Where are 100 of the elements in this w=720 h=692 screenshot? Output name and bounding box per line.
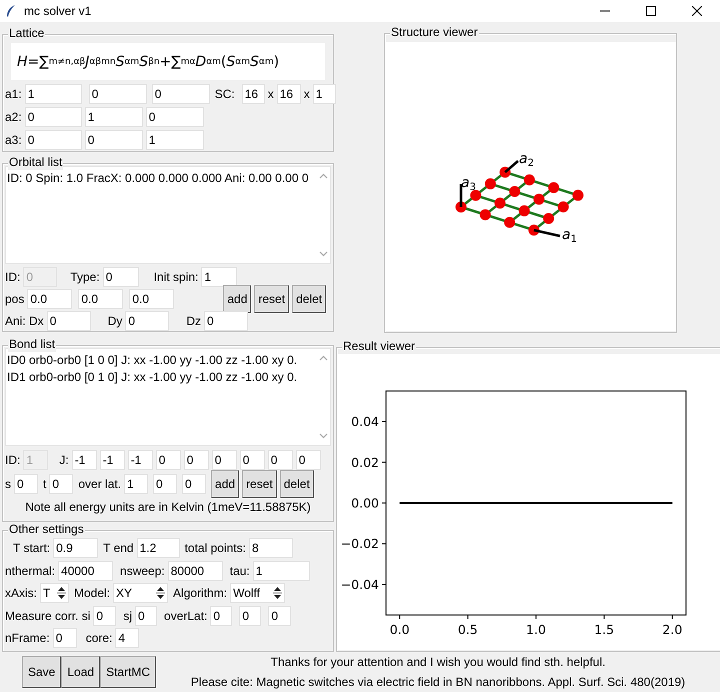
field-label: a3:	[5, 132, 22, 146]
input-field[interactable]: 1	[24, 84, 82, 104]
input-field[interactable]: 0	[296, 450, 321, 470]
input-field[interactable]: 1	[312, 84, 336, 104]
bond-listbox[interactable]: ID0 orb0-orb0 [1 0 0] J: xx -1.00 yy -1.00 zz -1.00 xy 0. ID1 orb0-orb0 [0 1 0] J: xx -1.00 yy -1.00 zz -1.00 xy 0.	[5, 348, 331, 446]
input-field[interactable]: 0	[24, 130, 82, 150]
field-label: core:	[86, 631, 112, 646]
list-item[interactable]: ID0 orb0-orb0 [1 0 0] J: xx -1.00 yy -1.00 zz -1.00 xy 0.	[6, 352, 316, 369]
input-field[interactable]: 0	[184, 450, 209, 470]
action-button[interactable]: reset	[254, 285, 290, 313]
tick-label: 2.0	[662, 622, 682, 637]
input-field[interactable]: 0.9	[53, 538, 98, 558]
input-field[interactable]: 0	[24, 106, 82, 126]
input-field[interactable]: 0.0	[27, 289, 72, 309]
input-field[interactable]: 4	[115, 628, 140, 648]
field-label: x	[304, 86, 310, 100]
action-button[interactable]: Save	[22, 656, 62, 688]
input-field[interactable]: -1	[72, 450, 97, 470]
input-field[interactable]: 16	[276, 84, 301, 104]
input-field[interactable]: -1	[100, 450, 125, 470]
spinbox[interactable]: Wolff	[230, 583, 286, 604]
field-label: Type:	[70, 270, 100, 284]
input-field[interactable]: 0	[204, 311, 248, 331]
orbital-listbox[interactable]: ID: 0 Spin: 1.0 FracX: 0.000 0.000 0.000 Ani: 0.00 0.00 0	[5, 166, 331, 264]
field-label: a2:	[5, 110, 22, 124]
list-item[interactable]: ID1 orb0-orb0 [0 1 0] J: xx -1.00 yy -1.00 zz -1.00 xy 0.	[6, 369, 316, 386]
action-button[interactable]: add	[223, 285, 252, 313]
citation-text: Please cite: Magnetic switches via electric field in BN nanoribbons. Appl. Surf. Sci. 480(2019)	[190, 675, 686, 689]
group-title: Bond list	[8, 337, 56, 352]
field-label: SC:	[214, 86, 235, 100]
action-button[interactable]: add	[211, 470, 240, 498]
field-label: Dz	[186, 314, 202, 328]
axis-label: a$_{1}$	[562, 227, 577, 245]
input-field[interactable]: 0	[268, 606, 292, 626]
spin-arrows-icon	[57, 586, 66, 600]
input-field[interactable]: 1	[124, 474, 148, 494]
tick-label: 0.04	[351, 414, 379, 430]
axis-line	[534, 228, 560, 238]
input-field[interactable]: -1	[128, 450, 153, 470]
field-label: x	[268, 86, 274, 100]
field-label: a1:	[5, 86, 22, 100]
input-field[interactable]: 0.0	[78, 289, 124, 309]
input-field[interactable]: 0	[93, 606, 116, 626]
action-button[interactable]: reset	[242, 470, 277, 498]
scroll-down-icon	[318, 251, 328, 257]
tick-label: −0.04	[340, 576, 379, 592]
input-field[interactable]: 0	[156, 450, 181, 470]
field-label: ID:	[5, 453, 20, 467]
input-field[interactable]: 8	[248, 538, 293, 558]
input-field[interactable]: 80000	[168, 560, 223, 581]
input-field[interactable]: 0	[125, 311, 170, 331]
input-field[interactable]: 0	[102, 267, 139, 287]
input-field[interactable]: 0	[146, 106, 204, 126]
input-field[interactable]: 1	[252, 560, 310, 581]
input-field[interactable]: 1	[146, 130, 204, 150]
input-field[interactable]: 0	[49, 474, 74, 494]
field-label: ID:	[5, 270, 20, 284]
input-field[interactable]: 0	[52, 628, 77, 648]
input-field[interactable]: 0	[152, 84, 210, 104]
spin-arrows-icon	[156, 586, 166, 600]
thanks-text: Thanks for your attention and I wish you would find sth. helpful.	[270, 655, 606, 669]
list-item[interactable]: ID: 0 Spin: 1.0 FracX: 0.000 0.000 0.000 Ani: 0.00 0.00 0	[6, 170, 316, 187]
input-field[interactable]: 0	[88, 84, 147, 104]
field-label: T start:	[13, 541, 50, 556]
action-button[interactable]: Load	[61, 656, 100, 688]
input-field[interactable]: 0	[14, 474, 38, 494]
input-field[interactable]: 0.0	[129, 289, 174, 309]
field-label: tau:	[230, 564, 250, 578]
input-field[interactable]: 0	[239, 606, 262, 626]
action-button[interactable]: delet	[292, 285, 326, 313]
input-field[interactable]: 1	[84, 106, 143, 126]
input-field[interactable]: 0	[135, 606, 158, 626]
action-button[interactable]: delet	[280, 470, 314, 498]
window-title: mc solver v1	[24, 4, 92, 18]
field-label: nFrame:	[5, 631, 50, 646]
field-label: Init spin:	[154, 270, 198, 284]
input-field[interactable]: 40000	[58, 560, 114, 581]
spinbox[interactable]: T	[40, 583, 70, 604]
input-field[interactable]: 0	[182, 474, 206, 494]
field-label: Ani: Dx	[5, 314, 44, 328]
input-field[interactable]: 1.2	[136, 538, 180, 558]
field-label: over lat.	[78, 477, 122, 491]
axis-label: a$_{2}$	[519, 151, 534, 169]
field-label: Model:	[74, 586, 110, 600]
input-field[interactable]: 1	[201, 267, 238, 287]
group-title: Orbital list	[8, 155, 64, 170]
field-label: overLat:	[164, 608, 208, 623]
input-field[interactable]: 0	[46, 311, 91, 331]
input-field[interactable]: 0	[210, 606, 232, 626]
action-button[interactable]: StartMC	[100, 656, 156, 688]
input-field[interactable]: 16	[242, 84, 265, 104]
tick-label: 0.00	[351, 496, 379, 510]
input-field[interactable]: 0	[212, 450, 237, 470]
spinbox[interactable]: XY	[113, 583, 168, 604]
units-note: Note all energy units are in Kelvin (1meV=11.58875K)	[24, 500, 312, 514]
input-field[interactable]: 0	[240, 450, 265, 470]
input-field[interactable]: 0	[153, 474, 178, 494]
field-label: xAxis:	[5, 586, 38, 600]
input-field[interactable]: 0	[268, 450, 293, 470]
input-field[interactable]: 0	[84, 130, 143, 150]
